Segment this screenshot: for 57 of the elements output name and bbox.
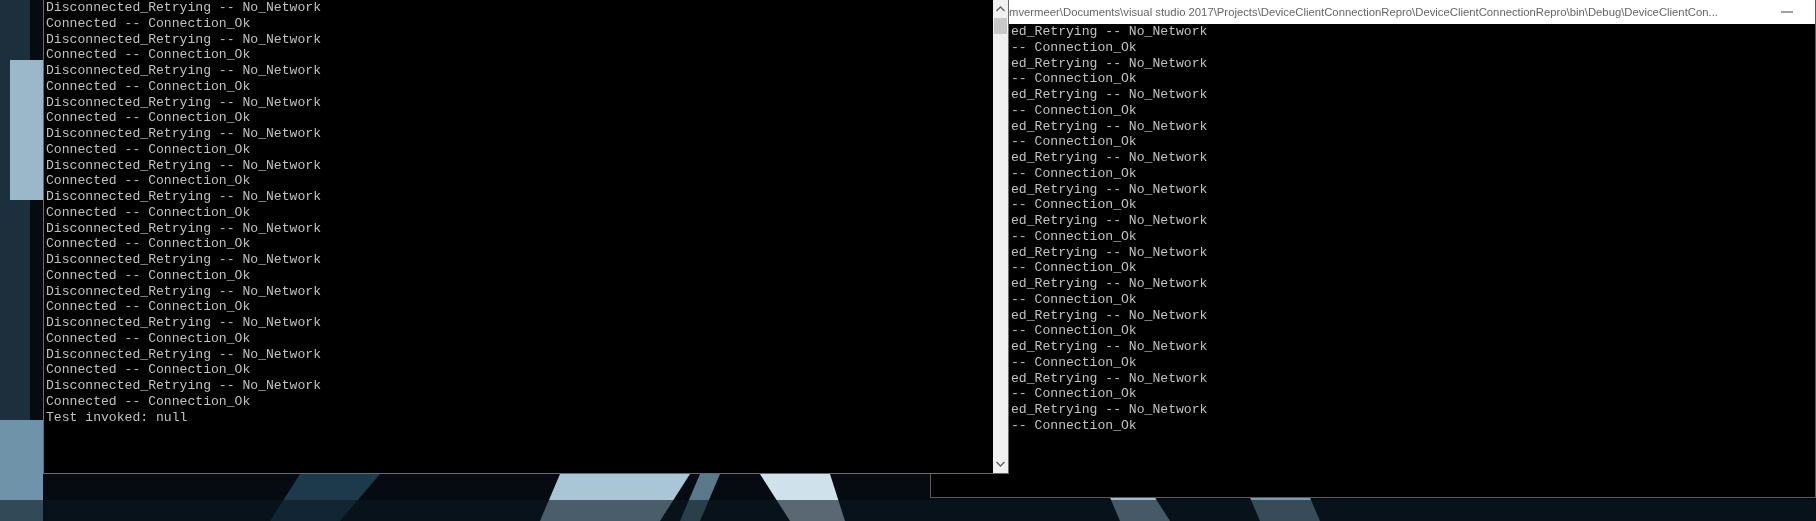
console-line: -- Connection_Ok	[1011, 323, 1137, 339]
scrollbar[interactable]	[993, 0, 1008, 473]
console-line: Disconnected_Retrying -- No_Network	[46, 94, 321, 111]
console-line: Connected -- Connection_Ok	[46, 267, 251, 284]
console-line: ed_Retrying -- No_Network	[1011, 150, 1208, 166]
console-line: -- Connection_Ok	[1011, 260, 1137, 276]
console-line: ed_Retrying -- No_Network	[1011, 307, 1208, 324]
console-line: ed_Retrying -- No_Network	[1011, 213, 1208, 229]
console-line: ed_Retrying -- No_Network	[1011, 87, 1208, 103]
console-line: ed_Retrying -- No_Network	[1011, 118, 1208, 135]
console-line: Disconnected_Retrying -- No_Network	[46, 0, 321, 16]
console-line: Disconnected_Retrying -- No_Network	[46, 315, 321, 331]
console-line: ed_Retrying -- No_Network	[1011, 276, 1208, 292]
console-line: -- Connection_Ok	[1011, 417, 1137, 434]
console-line: -- Connection_Ok	[1011, 134, 1137, 150]
console-line: ed_Retrying -- No_Network	[1011, 370, 1208, 387]
console-line: ed_Retrying -- No_Network	[1011, 244, 1208, 261]
console-line: ed_Retrying -- No_Network	[1011, 24, 1208, 40]
console-line: Connected -- Connection_Ok	[46, 236, 251, 252]
console-line: ed_Retrying -- No_Network	[1011, 181, 1208, 198]
console-line: Connected -- Connection_Ok	[46, 393, 251, 410]
console-line: Connected -- Connection_Ok	[46, 204, 251, 221]
console-line: Connected -- Connection_Ok	[46, 173, 251, 189]
console-line: ed_Retrying -- No_Network	[1011, 339, 1208, 355]
console-line: Disconnected_Retrying -- No_Network	[46, 220, 321, 237]
console-line: -- Connection_Ok	[1011, 291, 1137, 308]
console-line: -- Connection_Ok	[1011, 39, 1137, 56]
console-line: Disconnected_Retrying -- No_Network	[46, 189, 321, 205]
console-line: -- Connection_Ok	[1011, 165, 1137, 182]
console-line: Disconnected_Retrying -- No_Network	[46, 346, 321, 363]
minimize-icon[interactable]	[1781, 11, 1793, 13]
window-title: mvermeer\Documents\visual studio 2017\Projects\DeviceClientConnectionRepro\DeviceClientConnectionRepro\bin\Debug\DeviceClientCon...	[1009, 4, 1719, 20]
console-line: Disconnected_Retrying -- No_Network	[46, 252, 321, 268]
console-line: Connected -- Connection_Ok	[46, 110, 251, 126]
console-line: Disconnected_Retrying -- No_Network	[46, 378, 321, 394]
console-line: -- Connection_Ok	[1011, 228, 1137, 245]
console-line: Connected -- Connection_Ok	[46, 78, 251, 95]
console-line: -- Connection_Ok	[1011, 386, 1137, 402]
console-line: Disconnected_Retrying -- No_Network	[46, 157, 321, 174]
console-line: -- Connection_Ok	[1011, 354, 1137, 371]
console-line: Connected -- Connection_Ok	[46, 141, 251, 158]
console-line: Connected -- Connection_Ok	[46, 299, 251, 315]
console-line: Disconnected_Retrying -- No_Network	[46, 126, 321, 142]
console-line: -- Connection_Ok	[1011, 102, 1137, 119]
console-line: Test invoked: null	[46, 409, 188, 426]
console-line: Connected -- Connection_Ok	[46, 362, 251, 378]
console-line: -- Connection_Ok	[1011, 71, 1137, 87]
console-line: Disconnected_Retrying -- No_Network	[46, 63, 321, 79]
scrollbar-thumb[interactable]	[994, 18, 1007, 34]
console-line: Disconnected_Retrying -- No_Network	[46, 31, 321, 48]
console-line: Connected -- Connection_Ok	[46, 15, 251, 32]
console-line: ed_Retrying -- No_Network	[1011, 402, 1208, 418]
console-line: -- Connection_Ok	[1011, 197, 1137, 213]
console-line: Connected -- Connection_Ok	[46, 47, 251, 63]
console-line: ed_Retrying -- No_Network	[1011, 55, 1208, 72]
console-line: Disconnected_Retrying -- No_Network	[46, 283, 321, 300]
console-line: Connected -- Connection_Ok	[46, 330, 251, 347]
